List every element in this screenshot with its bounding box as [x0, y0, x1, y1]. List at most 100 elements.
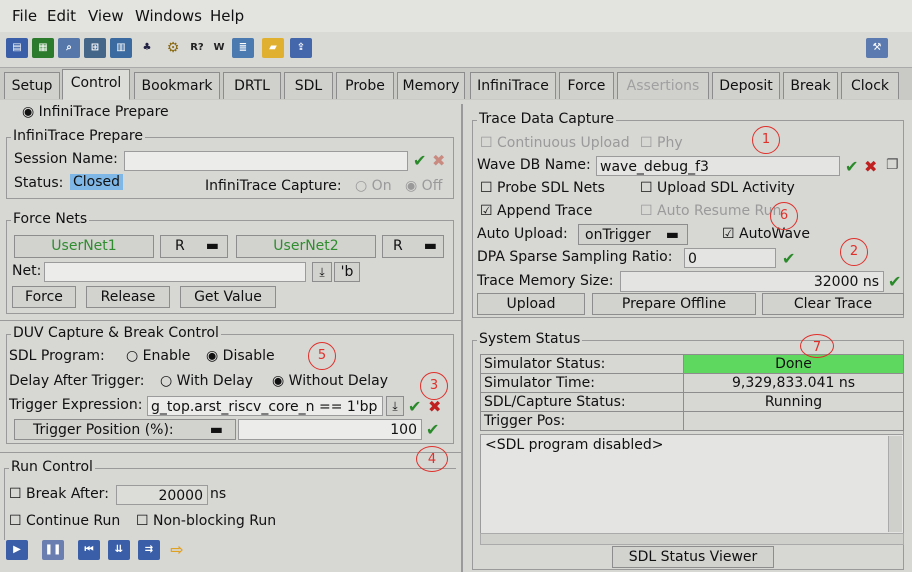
menu-edit[interactable]: Edit [47, 7, 76, 25]
left-divider [0, 320, 461, 321]
probe-icon[interactable]: ▤ [6, 38, 28, 58]
tab-memory[interactable]: Memory [397, 72, 465, 99]
tab-drtl[interactable]: DRTL [223, 72, 281, 99]
auto-resume-run-checkbox[interactable]: ☐ Auto Resume Run [640, 203, 781, 219]
trigger-position-input[interactable]: 100 [238, 419, 422, 440]
with-delay-radio[interactable]: ○ With Delay [160, 373, 253, 389]
tab-break[interactable]: Break [783, 72, 838, 99]
session-name-input[interactable] [124, 151, 408, 171]
trace-memory-confirm-icon[interactable]: ✔ [888, 272, 901, 291]
annotation-marker: 6 [770, 202, 798, 230]
tree-icon[interactable]: ♣ [136, 38, 158, 58]
autowave-checkbox[interactable]: ☑ AutoWave [722, 226, 810, 242]
sdl-disable-radio[interactable]: ◉ Disable [206, 348, 275, 364]
download-icon[interactable]: ⤓ [386, 396, 404, 416]
tab-setup[interactable]: Setup [4, 72, 60, 99]
usernet2-mode-select[interactable]: R ▬ [382, 235, 444, 258]
upload-sdl-activity-checkbox[interactable]: ☐ Upload SDL Activity [640, 180, 795, 196]
continue-run-checkbox[interactable]: ☐ Continue Run [9, 513, 120, 529]
capture-off-radio[interactable]: ◉ Off [405, 178, 442, 194]
dpa-confirm-icon[interactable]: ✔ [782, 249, 795, 268]
step-over-icon[interactable]: ⇉ [138, 540, 160, 560]
sdl-enable-radio[interactable]: ○ Enable [126, 348, 190, 364]
wave-db-confirm-icon[interactable]: ✔ [845, 157, 858, 176]
without-delay-radio[interactable]: ◉ Without Delay [272, 373, 388, 389]
trigger-expression-label: Trigger Expression: [9, 397, 143, 413]
sdl-log-area[interactable]: <SDL program disabled> [480, 434, 904, 534]
abc-icon[interactable]: ≣ [232, 38, 254, 58]
trigger-expression-input[interactable]: g_top.arst_riscv_core_n == 1'bp [147, 396, 383, 416]
vertical-divider[interactable] [461, 104, 463, 572]
trace-memory-size-input[interactable]: 32000 ns [620, 271, 884, 292]
session-confirm-icon[interactable]: ✔ [413, 151, 426, 170]
r-query-icon[interactable]: R? [186, 38, 208, 58]
break-after-input[interactable]: 20000 [116, 485, 208, 505]
usernet2-mode-value: R [393, 238, 403, 254]
get-value-button[interactable]: Get Value [180, 286, 276, 308]
log-horizontal-scrollbar[interactable] [480, 533, 904, 545]
export-icon[interactable]: ⇪ [290, 38, 312, 58]
break-after-checkbox[interactable]: ☐ Break After: [9, 486, 109, 502]
sdl-status-viewer-button[interactable]: SDL Status Viewer [612, 546, 774, 568]
auto-upload-select[interactable]: onTrigger ▬ [578, 224, 688, 245]
log-vertical-scrollbar[interactable] [888, 436, 902, 532]
trigger-confirm-icon[interactable]: ✔ [408, 397, 421, 416]
trigger-position-confirm-icon[interactable]: ✔ [426, 420, 439, 439]
infinitrace-prepare-radio-label: InfiniTrace Prepare [38, 104, 169, 120]
play-icon[interactable]: ▶ [6, 540, 28, 560]
release-button[interactable]: Release [86, 286, 170, 308]
tab-probe[interactable]: Probe [336, 72, 394, 99]
clear-trace-button[interactable]: Clear Trace [762, 293, 904, 315]
menu-windows[interactable]: Windows [135, 7, 202, 25]
forward-arrow-icon[interactable]: ⇨ [166, 540, 188, 560]
settings-icon[interactable]: ⚒ [866, 38, 888, 58]
gear-icon[interactable]: ⚙ [162, 38, 184, 58]
download-icon[interactable]: ⤓ [312, 262, 332, 282]
chart-icon[interactable]: ▥ [110, 38, 132, 58]
network-icon[interactable]: ⊞ [84, 38, 106, 58]
trace-data-capture-title: Trace Data Capture [477, 111, 617, 127]
usernet2-button[interactable]: UserNet2 [236, 235, 376, 258]
copy-icon[interactable]: ❐ [886, 157, 899, 173]
dropdown-icon: ▬ [205, 238, 219, 254]
probe-sdl-nets-checkbox[interactable]: ☐ Probe SDL Nets [480, 180, 605, 196]
menu-view[interactable]: View [88, 7, 124, 25]
annotation-marker: 5 [308, 342, 336, 370]
continuous-upload-checkbox[interactable]: ☐ Continuous Upload [480, 135, 630, 151]
append-trace-checkbox[interactable]: ☑ Append Trace [480, 203, 592, 219]
search-icon[interactable]: ⌕ [58, 38, 80, 58]
tab-bookmark[interactable]: Bookmark [134, 72, 220, 99]
non-blocking-checkbox[interactable]: ☐ Non-blocking Run [136, 513, 276, 529]
tab-deposit[interactable]: Deposit [712, 72, 780, 99]
menu-help[interactable]: Help [210, 7, 244, 25]
upload-button[interactable]: Upload [477, 293, 585, 315]
memory-icon[interactable]: ▦ [32, 38, 54, 58]
open-folder-icon[interactable]: ▰ [262, 38, 284, 58]
wave-db-cancel-icon[interactable]: ✖ [864, 157, 877, 176]
w-icon[interactable]: W [208, 38, 230, 58]
tab-infinitrace[interactable]: InfiniTrace [470, 72, 556, 99]
tab-force[interactable]: Force [559, 72, 614, 99]
step-icon[interactable]: ⇊ [108, 540, 130, 560]
usernet1-mode-select[interactable]: R ▬ [160, 235, 228, 258]
prepare-offline-button[interactable]: Prepare Offline [592, 293, 756, 315]
tab-sdl[interactable]: SDL [284, 72, 333, 99]
tab-assertions[interactable]: Assertions [617, 72, 709, 99]
dpa-sparse-sampling-input[interactable]: 0 [684, 248, 776, 268]
menu-file[interactable]: File [12, 7, 37, 25]
tab-control[interactable]: Control [62, 69, 130, 100]
trigger-position-select[interactable]: Trigger Position (%): ▬ [14, 419, 236, 440]
infinitrace-prepare-radio[interactable]: ◉ InfiniTrace Prepare [22, 104, 169, 120]
net-input[interactable] [44, 262, 306, 282]
phy-checkbox[interactable]: ☐ Phy [640, 135, 683, 151]
force-button[interactable]: Force [12, 286, 76, 308]
wave-db-name-input[interactable]: wave_debug_f3 [596, 156, 840, 176]
pause-icon[interactable]: ❚❚ [42, 540, 64, 560]
append-trace-label: Append Trace [497, 203, 593, 219]
capture-on-radio[interactable]: ○ On [355, 178, 392, 194]
radix-button[interactable]: 'b [334, 262, 360, 282]
session-cancel-icon[interactable]: ✖ [432, 151, 445, 170]
tab-clock[interactable]: Clock [841, 72, 899, 99]
usernet1-button[interactable]: UserNet1 [14, 235, 154, 258]
rewind-icon[interactable]: ⏮ [78, 540, 100, 560]
